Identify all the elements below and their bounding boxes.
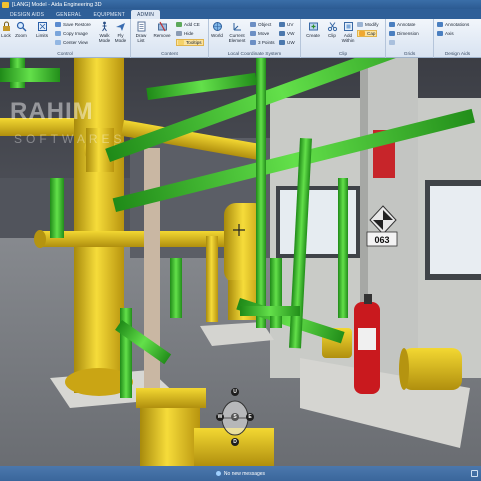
lock-button[interactable]: Lock (0, 21, 12, 38)
tooltip-icon (178, 40, 184, 45)
add-within-button[interactable]: Add Within (341, 21, 355, 43)
hide-icon (176, 31, 182, 36)
annotate-icon (389, 22, 395, 27)
hide-button[interactable]: Hide (176, 31, 193, 36)
ribbon-tabs: DESIGN AIDS GENERAL EQUIPMENT ADMIN (0, 9, 481, 19)
status-panel-icon[interactable] (471, 470, 478, 477)
dimension-icon (389, 31, 395, 36)
limits-icon (37, 22, 47, 31)
axes-icon (233, 23, 241, 31)
compass-west[interactable]: W (216, 413, 224, 421)
compass-up[interactable]: U (231, 388, 239, 396)
move-button[interactable]: Move (250, 31, 269, 36)
save-icon (55, 22, 61, 27)
move-icon (250, 31, 256, 36)
ribbon: Lock Zoom Limits Save Restore Copy Image… (0, 19, 481, 58)
group-label-clip: Clip (338, 52, 348, 57)
save-restore-button[interactable]: Save Restore (55, 22, 91, 27)
magnifier-icon (16, 21, 26, 32)
status-bar: No new messages (0, 466, 481, 481)
copy-image-button[interactable]: Copy Image (55, 31, 88, 36)
watermark-subtitle: SOFTWARES (14, 132, 126, 146)
remove-button[interactable]: Remove (153, 21, 171, 38)
create-button[interactable]: Create (304, 21, 322, 38)
points-icon (250, 40, 256, 45)
tab-admin[interactable]: ADMIN (130, 10, 161, 19)
object-icon (250, 22, 256, 27)
tab-general[interactable]: GENERAL (50, 10, 87, 19)
window-title: [LANG] Model - Aida Engineering 3D (12, 1, 102, 8)
uv-plane-icon (279, 22, 285, 27)
group-label-content: Content (161, 52, 178, 57)
group-control: Lock Zoom Limits Save Restore Copy Image… (0, 19, 131, 58)
globe-icon (212, 22, 222, 31)
draw-list-button[interactable]: Draw List (134, 21, 148, 43)
cap-icon (359, 31, 365, 36)
group-design-aids: Annotations Axis Design Aids (434, 19, 481, 58)
group-local-cs: World Current Element Object Move 3 Poin… (209, 19, 301, 58)
current-element-button[interactable]: Current Element (226, 21, 248, 43)
center-view-button[interactable]: Center View (55, 40, 88, 45)
message-icon (215, 471, 221, 476)
copy-icon (55, 31, 61, 36)
title-bar: [LANG] Model - Aida Engineering 3D (0, 0, 481, 9)
scissors-icon (327, 22, 337, 32)
zoom-button[interactable]: Zoom (14, 21, 28, 38)
limits-button[interactable]: Limits (34, 21, 50, 38)
cap-toggle[interactable]: Cap (357, 30, 378, 37)
app-icon[interactable] (2, 1, 9, 8)
uw-plane-icon (279, 40, 285, 45)
uw-button[interactable]: UW (279, 40, 295, 45)
remove-icon (157, 21, 167, 32)
plane-icon (116, 23, 125, 31)
grid-icon (389, 40, 395, 45)
compass-down[interactable]: D (231, 438, 239, 446)
annotate-button[interactable]: Annotate (389, 22, 415, 27)
navigation-compass[interactable]: U D W E S (210, 388, 260, 448)
axis-button[interactable]: Axis (437, 31, 454, 36)
list-icon (137, 21, 145, 32)
vw-plane-icon (279, 31, 285, 36)
group-content: Draw List Remove Add CE Hide Tooltips Co… (131, 19, 209, 58)
walk-icon (102, 21, 107, 32)
compass-center[interactable]: S (231, 413, 239, 421)
modify-icon (357, 22, 363, 27)
create-clip-icon (308, 22, 318, 31)
column-sign-number: 063 (374, 235, 389, 245)
group-label-control: Control (57, 52, 73, 57)
group-label-design-aids: Design Aids (444, 52, 471, 57)
tab-equipment[interactable]: EQUIPMENT (87, 10, 131, 19)
lock-icon (2, 21, 10, 31)
tooltips-toggle[interactable]: Tooltips (176, 39, 204, 46)
group-grids: Annotate Dimension Grids (386, 19, 434, 58)
annotations-icon (437, 22, 443, 27)
fly-mode-button[interactable]: Fly Mode (113, 21, 128, 43)
status-message: No new messages (215, 471, 265, 477)
watermark: RAHIM (10, 98, 94, 125)
modify-button[interactable]: Modify (357, 22, 379, 27)
dimension-button[interactable]: Dimension (389, 31, 419, 36)
axis-icon (437, 31, 443, 36)
three-points-button[interactable]: 3 Points (250, 40, 275, 45)
3d-viewport[interactable]: 063 RAHIM SOFTWARES U D W E S (0, 58, 481, 466)
group-clip: Create Clip Add Within Modify Cap Clip (301, 19, 386, 58)
group-label-grids: Grids (403, 52, 416, 57)
add-within-icon (343, 22, 353, 31)
clip-button[interactable]: Clip (325, 21, 339, 38)
add-icon (176, 22, 182, 27)
compass-east[interactable]: E (246, 413, 254, 421)
vw-button[interactable]: VW (279, 31, 294, 36)
tab-design-aids[interactable]: DESIGN AIDS (4, 10, 50, 19)
group-label-local-cs: Local Coordinate System (227, 52, 282, 57)
grid-toggle[interactable] (389, 40, 397, 45)
annotations-button[interactable]: Annotations (437, 22, 469, 27)
uv-button[interactable]: UV (279, 22, 293, 27)
world-button[interactable]: World (210, 21, 224, 38)
center-icon (55, 40, 61, 45)
add-ce-button[interactable]: Add CE (176, 22, 200, 27)
object-button[interactable]: Object (250, 22, 271, 27)
walk-mode-button[interactable]: Walk Mode (97, 21, 112, 43)
